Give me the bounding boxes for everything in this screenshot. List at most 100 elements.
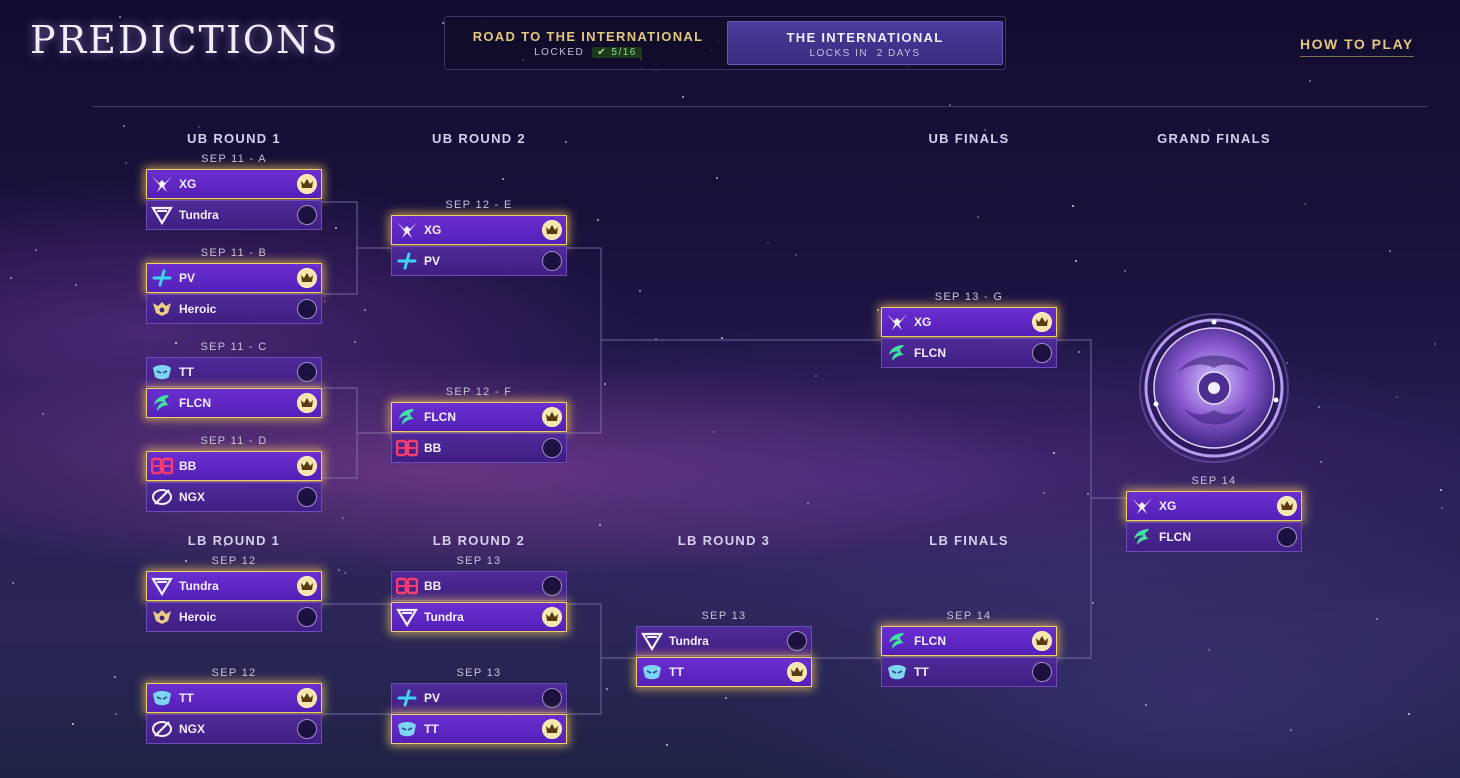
xg-logo-icon <box>885 311 909 333</box>
team-row-bb[interactable]: BB <box>391 433 567 463</box>
pick-radio[interactable] <box>297 719 317 739</box>
crown-icon[interactable] <box>542 407 562 427</box>
tab-status: LOCKED ✔ 5/16 <box>451 47 725 58</box>
team-row-xg[interactable]: XG <box>146 169 322 199</box>
team-row-tt[interactable]: TT <box>146 357 322 387</box>
team-name: FLCN <box>914 346 946 360</box>
star <box>1376 618 1378 620</box>
team-row-bb[interactable]: BB <box>146 451 322 481</box>
pick-radio[interactable] <box>297 607 317 627</box>
match-date: SEP 13 <box>701 610 747 622</box>
team-name: NGX <box>179 722 206 736</box>
team-row-heroic[interactable]: Heroic <box>146 294 322 324</box>
crown-icon[interactable] <box>1032 631 1052 651</box>
star <box>1072 205 1074 207</box>
pick-radio[interactable] <box>1032 343 1052 363</box>
match-ub1a: SEP 11 - A XG Tundra <box>146 153 322 248</box>
star <box>1092 602 1094 604</box>
pick-radio[interactable] <box>297 487 317 507</box>
match-date: SEP 12 - E <box>445 199 513 211</box>
pick-radio[interactable] <box>1032 662 1052 682</box>
star <box>1124 270 1126 272</box>
crown-icon[interactable] <box>297 576 317 596</box>
team-row-xg[interactable]: XG <box>1126 491 1302 521</box>
round-label-lb-round-1: LB ROUND 1 <box>187 533 281 548</box>
pick-radio[interactable] <box>297 299 317 319</box>
team-name: NGX <box>179 490 206 504</box>
star <box>604 383 606 385</box>
star <box>125 162 127 164</box>
star <box>1434 343 1436 345</box>
team-row-tundra[interactable]: Tundra <box>146 200 322 230</box>
crown-icon[interactable] <box>297 393 317 413</box>
crown-icon[interactable] <box>542 607 562 627</box>
match-ub1c: SEP 11 - C TT FLCN <box>146 341 322 436</box>
ngx-logo-icon <box>150 718 174 740</box>
pick-radio[interactable] <box>1277 527 1297 547</box>
team-row-tt[interactable]: TT <box>146 683 322 713</box>
team-row-ngx[interactable]: NGX <box>146 714 322 744</box>
round-label-grand-finals: GRAND FINALS <box>1157 131 1271 146</box>
star <box>639 290 641 292</box>
team-row-pv[interactable]: PV <box>391 683 567 713</box>
team-row-tundra[interactable]: Tundra <box>146 571 322 601</box>
team-row-ngx[interactable]: NGX <box>146 482 322 512</box>
team-name: Tundra <box>179 579 219 593</box>
crown-icon[interactable] <box>542 719 562 739</box>
star <box>767 242 769 244</box>
star <box>72 723 74 725</box>
team-row-flcn[interactable]: FLCN <box>1126 522 1302 552</box>
team-row-xg[interactable]: XG <box>391 215 567 245</box>
progress-count: 5/16 <box>611 47 637 58</box>
team-row-flcn[interactable]: FLCN <box>881 338 1057 368</box>
team-row-tt[interactable]: TT <box>881 657 1057 687</box>
how-to-play-link[interactable]: HOW TO PLAY <box>1300 36 1414 57</box>
star <box>1304 203 1306 205</box>
crown-icon[interactable] <box>297 268 317 288</box>
team-row-tundra[interactable]: Tundra <box>636 626 812 656</box>
team-row-pv[interactable]: PV <box>146 263 322 293</box>
match-ub2e: SEP 12 - E XG PV <box>391 199 567 294</box>
flcn-logo-icon <box>1130 526 1154 548</box>
tab-road-to-the-international[interactable]: ROAD TO THE INTERNATIONAL LOCKED ✔ 5/16 <box>451 21 725 65</box>
tab-the-international[interactable]: THE INTERNATIONAL LOCKS IN 2 DAYS <box>727 21 1003 65</box>
crown-icon[interactable] <box>297 456 317 476</box>
pick-radio[interactable] <box>787 631 807 651</box>
team-row-tt[interactable]: TT <box>391 714 567 744</box>
pick-radio[interactable] <box>542 576 562 596</box>
team-row-pv[interactable]: PV <box>391 246 567 276</box>
pick-radio[interactable] <box>297 362 317 382</box>
crown-icon[interactable] <box>542 220 562 240</box>
check-icon: ✔ <box>597 47 608 58</box>
tundra-logo-icon <box>640 630 664 652</box>
star <box>114 676 116 678</box>
crown-icon[interactable] <box>1032 312 1052 332</box>
crown-icon[interactable] <box>787 662 807 682</box>
team-row-flcn[interactable]: FLCN <box>391 402 567 432</box>
pv-logo-icon <box>395 687 419 709</box>
pick-radio[interactable] <box>542 251 562 271</box>
star <box>807 502 809 504</box>
match-ubfg: SEP 13 - G XG FLCN <box>881 291 1057 386</box>
crown-icon[interactable] <box>297 688 317 708</box>
pick-radio[interactable] <box>297 205 317 225</box>
team-row-tt[interactable]: TT <box>636 657 812 687</box>
team-row-tundra[interactable]: Tundra <box>391 602 567 632</box>
team-row-bb[interactable]: BB <box>391 571 567 601</box>
pick-radio[interactable] <box>542 688 562 708</box>
team-row-xg[interactable]: XG <box>881 307 1057 337</box>
round-label-ub-round-1: UB ROUND 1 <box>187 131 281 146</box>
team-name: XG <box>424 223 442 237</box>
team-row-flcn[interactable]: FLCN <box>146 388 322 418</box>
crown-icon[interactable] <box>1277 496 1297 516</box>
xg-logo-icon <box>1130 495 1154 517</box>
team-name: Heroic <box>179 302 217 316</box>
star <box>1389 250 1391 252</box>
star <box>721 337 723 339</box>
tundra-logo-icon <box>395 606 419 628</box>
team-row-heroic[interactable]: Heroic <box>146 602 322 632</box>
star <box>716 177 718 179</box>
pick-radio[interactable] <box>542 438 562 458</box>
team-row-flcn[interactable]: FLCN <box>881 626 1057 656</box>
crown-icon[interactable] <box>297 174 317 194</box>
